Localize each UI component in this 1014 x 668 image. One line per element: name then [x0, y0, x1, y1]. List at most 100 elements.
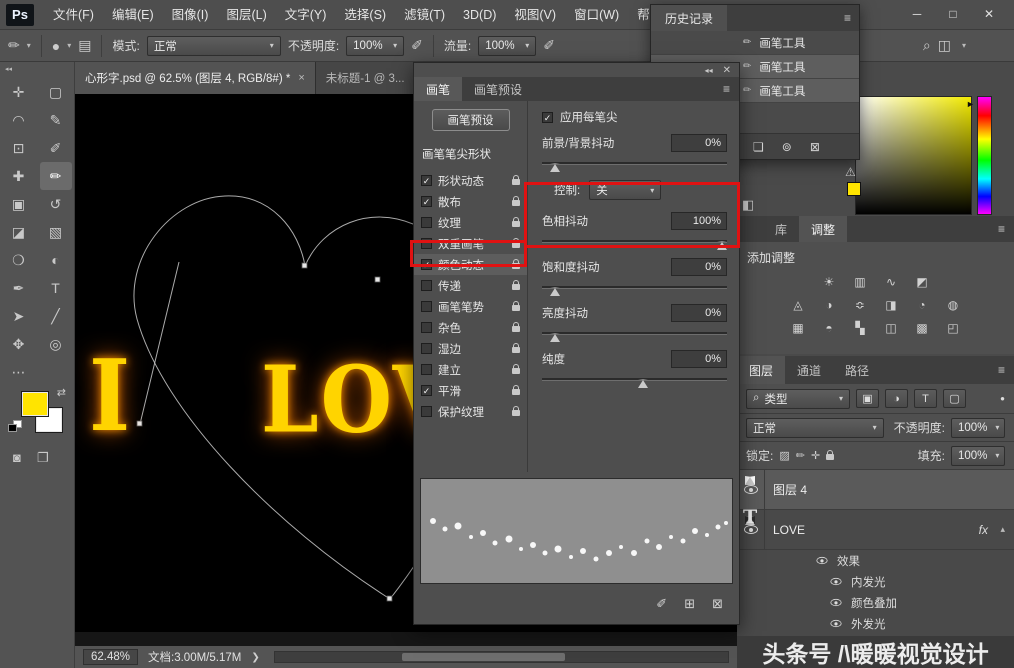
lock-paint-icon[interactable]: ✏: [796, 449, 805, 462]
saturation-jitter-slider[interactable]: [542, 281, 727, 297]
layer-row-text[interactable]: T LOVE fx ▴: [737, 510, 1014, 550]
adj-photo-filter[interactable]: ◔: [910, 296, 934, 314]
layer-fx-badge[interactable]: fx: [979, 523, 988, 537]
lock-icon[interactable]: [512, 221, 520, 227]
menu-select[interactable]: 选择(S): [335, 0, 395, 30]
layer-fill-select[interactable]: 100% ▾: [951, 446, 1005, 466]
adj-brightness-contrast[interactable]: ☀: [817, 273, 841, 291]
hand-tool[interactable]: ✥: [3, 330, 35, 358]
lock-move-icon[interactable]: ✛: [811, 449, 820, 462]
menu-image[interactable]: 图像(I): [163, 0, 218, 30]
effect-outer-glow[interactable]: 外发光: [737, 613, 1014, 634]
layer-blend-mode-select[interactable]: 正常 ▾: [746, 418, 884, 438]
panel-menu-icon[interactable]: ≡: [998, 222, 1014, 236]
adj-curves[interactable]: ∿: [879, 273, 903, 291]
tab-history[interactable]: 历史记录: [651, 5, 727, 31]
menu-3d[interactable]: 3D(D): [454, 0, 505, 30]
close-button[interactable]: ✕: [974, 3, 1004, 25]
brush-option-row[interactable]: ✓ 形状动态: [414, 170, 527, 191]
brush-option-row[interactable]: ✓ 平滑: [414, 380, 527, 401]
type-tool[interactable]: T: [40, 274, 72, 302]
visibility-eye-icon[interactable]: [830, 599, 841, 606]
slider-thumb[interactable]: [550, 287, 560, 296]
filter-pixel-layers-icon[interactable]: ▣: [856, 389, 879, 408]
stroke-preview-toggle-icon[interactable]: ✐: [656, 596, 667, 612]
collapse-panel-icon[interactable]: ◂◂: [705, 66, 713, 75]
zoom-tool[interactable]: ◎: [40, 330, 72, 358]
lock-icon[interactable]: [512, 410, 520, 416]
hue-jitter-slider[interactable]: [542, 235, 727, 251]
fgbg-jitter-slider[interactable]: [542, 157, 727, 173]
delete-brush-trash-icon[interactable]: ⊠: [712, 596, 723, 612]
slider-thumb[interactable]: [550, 333, 560, 342]
adj-color-balance[interactable]: ≎: [848, 296, 872, 314]
search-icon[interactable]: ⌕: [923, 37, 931, 54]
tab-close-icon[interactable]: ×: [298, 72, 304, 84]
opacity-select[interactable]: 100% ▾: [346, 36, 404, 56]
brush-preset-caret-icon[interactable]: ▾: [67, 41, 71, 50]
gradient-tool[interactable]: ▧: [40, 218, 72, 246]
minimize-button[interactable]: ─: [902, 3, 932, 25]
option-checkbox[interactable]: [421, 322, 432, 333]
menu-layer[interactable]: 图层(L): [217, 0, 275, 30]
brush-option-row[interactable]: 传递: [414, 275, 527, 296]
lock-icon[interactable]: [512, 200, 520, 206]
layer-filter-select[interactable]: ⌕ 类型 ▾: [746, 389, 850, 409]
layer-row-pixel[interactable]: 图层 4: [737, 470, 1014, 510]
brush-option-row[interactable]: ✓ 散布: [414, 191, 527, 212]
new-document-from-state-icon[interactable]: ❏: [753, 140, 764, 154]
brush-preset-picker[interactable]: ●: [52, 38, 60, 54]
effects-header-row[interactable]: 效果: [737, 550, 1014, 571]
menu-type[interactable]: 文字(Y): [276, 0, 336, 30]
lock-all-icon[interactable]: [826, 454, 834, 460]
option-checkbox[interactable]: [421, 238, 432, 249]
tab-brush-presets[interactable]: 画笔预设: [462, 77, 534, 101]
history-state-row[interactable]: ✏ 画笔工具: [651, 31, 859, 55]
maximize-button[interactable]: □: [938, 3, 968, 25]
option-checkbox[interactable]: ✓: [421, 259, 432, 270]
brush-option-row[interactable]: 画笔笔势: [414, 296, 527, 317]
tab-library[interactable]: 库: [763, 216, 799, 242]
brush-tool[interactable]: ✏: [40, 162, 72, 190]
panel-menu-icon[interactable]: ≡: [844, 11, 859, 25]
tab-adjustments[interactable]: 调整: [799, 216, 847, 242]
pressure-opacity-icon[interactable]: ✐: [411, 37, 423, 54]
document-tab-active[interactable]: 心形字.psd @ 62.5% (图层 4, RGB/8#) * ×: [75, 62, 316, 94]
lock-transparency-icon[interactable]: ▨: [779, 449, 789, 462]
active-tool-icon[interactable]: ✏: [8, 37, 20, 54]
option-checkbox[interactable]: [421, 343, 432, 354]
adj-threshold[interactable]: ◫: [879, 319, 903, 337]
menu-edit[interactable]: 编辑(E): [103, 0, 163, 30]
move-tool[interactable]: ✛: [3, 78, 35, 106]
brightness-jitter-slider[interactable]: [542, 327, 727, 343]
crop-tool[interactable]: ⊡: [3, 134, 35, 162]
toolbar-collapse-icon[interactable]: ◂◂: [0, 62, 74, 78]
menu-window[interactable]: 窗口(W): [565, 0, 628, 30]
hue-slider-strip[interactable]: [977, 96, 992, 215]
menu-file[interactable]: 文件(F): [44, 0, 103, 30]
filter-shape-layers-icon[interactable]: ▢: [943, 389, 966, 408]
zoom-level-field[interactable]: 62.48%: [83, 649, 138, 665]
panel-menu-icon[interactable]: ≡: [998, 363, 1014, 377]
lock-icon[interactable]: [512, 179, 520, 185]
layer-thumbnail[interactable]: [745, 476, 755, 485]
visibility-eye-icon[interactable]: [816, 557, 827, 564]
purity-slider[interactable]: [542, 373, 727, 389]
line-tool[interactable]: ╱: [40, 302, 72, 330]
menu-view[interactable]: 视图(V): [505, 0, 565, 30]
swap-colors-icon[interactable]: ⇄: [57, 386, 66, 399]
layer-name[interactable]: 图层 4: [773, 481, 807, 498]
option-checkbox[interactable]: ✓: [421, 385, 432, 396]
layer-filter-toggle[interactable]: ●: [1000, 394, 1005, 403]
marquee-tool[interactable]: ▢: [40, 78, 72, 106]
option-checkbox[interactable]: [421, 364, 432, 375]
apply-per-tip-checkbox[interactable]: ✓: [542, 112, 553, 123]
tab-channels[interactable]: 通道: [785, 356, 833, 384]
fgbg-jitter-value[interactable]: 0%: [671, 134, 727, 152]
text-layer-thumbnail[interactable]: T: [745, 516, 755, 525]
history-brush-tool[interactable]: ↺: [40, 190, 72, 218]
path-select-tool[interactable]: ➤: [3, 302, 35, 330]
blend-mode-select[interactable]: 正常 ▾: [147, 36, 281, 56]
visibility-eye-icon[interactable]: [744, 485, 758, 494]
filter-type-layers-icon[interactable]: T: [914, 389, 937, 408]
